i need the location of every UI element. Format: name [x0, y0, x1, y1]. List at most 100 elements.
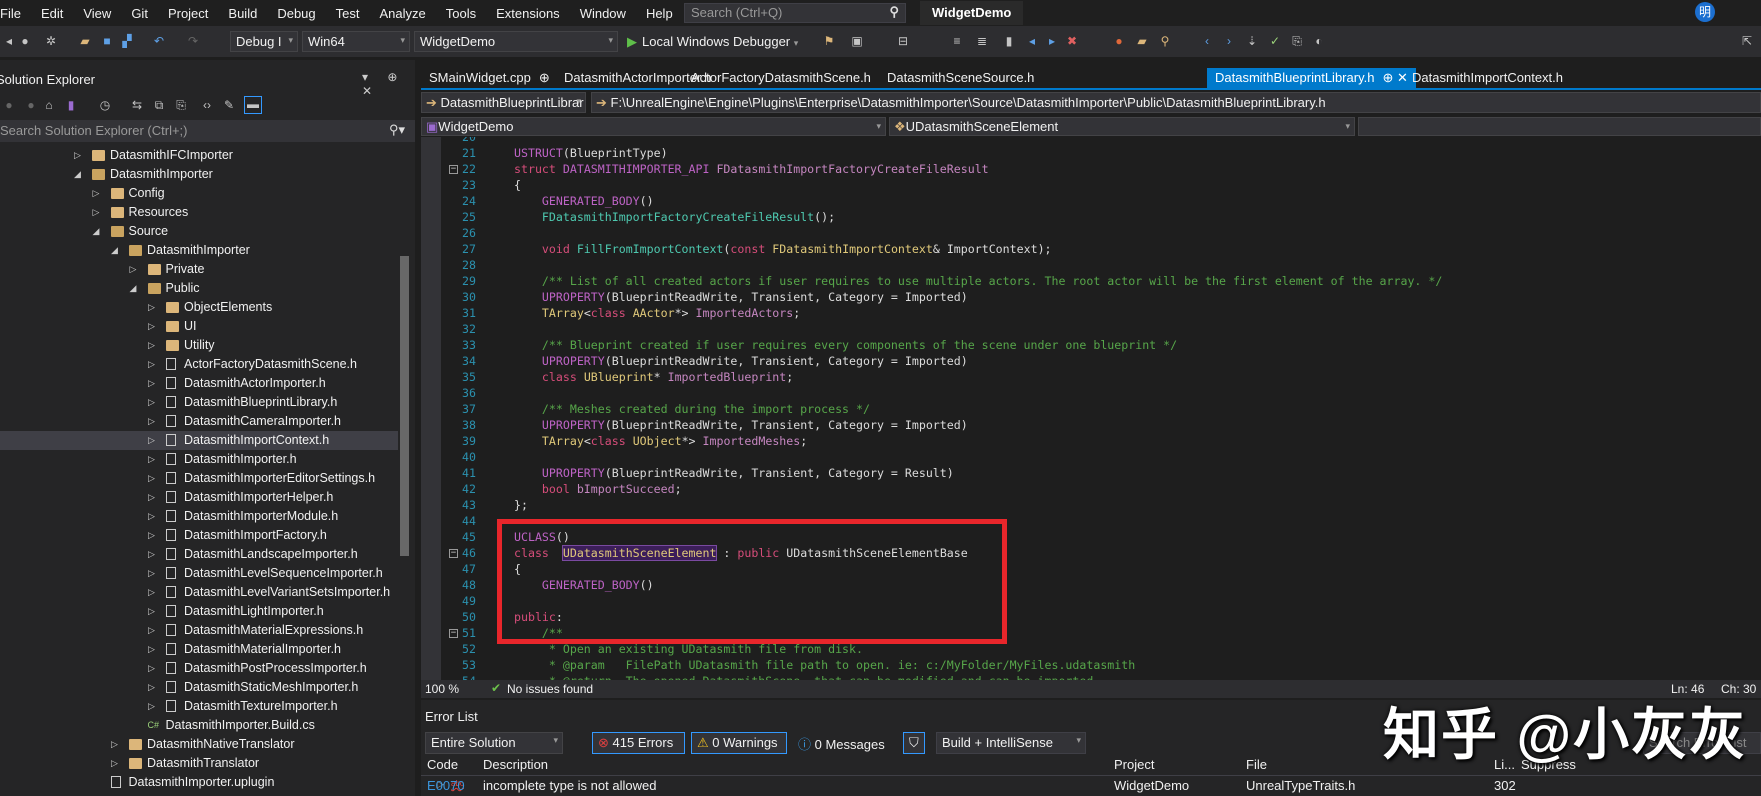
- tree-item[interactable]: ▷ ActorFactoryDatasmithScene.h: [0, 355, 398, 374]
- collapsed-arrow-icon[interactable]: ▷: [148, 317, 155, 336]
- menu-item-extensions[interactable]: Extensions: [486, 6, 570, 21]
- tree-item[interactable]: ▷ DatasmithNativeTranslator: [0, 735, 398, 754]
- tree-item[interactable]: C# DatasmithImporter.Build.cs: [0, 716, 398, 735]
- filter-icon[interactable]: ⛉: [903, 732, 925, 754]
- clear-bookmark-icon[interactable]: ✖: [1065, 34, 1079, 48]
- search-input[interactable]: Search (Ctrl+Q) ⚲: [684, 3, 906, 23]
- tree-item[interactable]: ▷ Resources: [0, 203, 398, 222]
- table-row[interactable]: ▷ abc E0070 incomplete type is not allowed W…: [421, 777, 1761, 796]
- collapse-icon[interactable]: ⧉: [152, 98, 166, 112]
- nav-back-icon[interactable]: ‹: [1200, 34, 1214, 48]
- tree-item[interactable]: ▷ DatasmithIFCImporter: [0, 146, 398, 165]
- find-icon[interactable]: ⚑: [822, 34, 836, 48]
- platform-select[interactable]: Win64 ▾: [302, 31, 410, 52]
- comment-icon[interactable]: ≡: [950, 34, 964, 48]
- collapsed-arrow-icon[interactable]: ▷: [148, 526, 155, 545]
- column-header-code[interactable]: Code: [427, 757, 458, 772]
- collapsed-arrow-icon[interactable]: ▷: [148, 678, 155, 697]
- tree-item[interactable]: ▷ DatasmithCameraImporter.h: [0, 412, 398, 431]
- sync-icon[interactable]: ⇆: [130, 98, 144, 112]
- collapsed-arrow-icon[interactable]: ▷: [148, 640, 155, 659]
- collapsed-arrow-icon[interactable]: ▷: [148, 469, 155, 488]
- collapsed-arrow-icon[interactable]: ▷: [148, 336, 155, 355]
- menu-item-project[interactable]: Project: [158, 6, 218, 21]
- collapsed-arrow-icon[interactable]: ▷: [111, 754, 118, 773]
- messages-filter[interactable]: ⓘ 0 Messages: [793, 732, 887, 754]
- config-select[interactable]: Debug I ▾: [230, 31, 298, 52]
- tab-datasmithimportcontext-h[interactable]: DatasmithImportContext.h: [1404, 68, 1571, 88]
- collapsed-arrow-icon[interactable]: ▷: [148, 602, 155, 621]
- tree-item[interactable]: ▷ DatasmithImportContext.h: [0, 431, 398, 450]
- collapsed-arrow-icon[interactable]: ▷: [148, 298, 155, 317]
- indent-icon[interactable]: ⊟: [896, 34, 910, 48]
- tree-item[interactable]: DatasmithImporter.uplugin: [0, 773, 398, 792]
- member-scope-select[interactable]: [1358, 117, 1761, 136]
- file-path[interactable]: ➔ F:\UnrealEngine\Engine\Plugins\Enterpr…: [591, 92, 1761, 113]
- collapsed-arrow-icon[interactable]: ▷: [148, 412, 155, 431]
- forward-icon[interactable]: ●: [18, 34, 32, 48]
- cell-code[interactable]: E0070: [427, 778, 465, 793]
- collapsed-arrow-icon[interactable]: ▷: [148, 621, 155, 640]
- avatar[interactable]: 明: [1695, 2, 1715, 22]
- next-bookmark-icon[interactable]: ▸: [1045, 34, 1059, 48]
- tree-item[interactable]: ▷ DatasmithImporterEditorSettings.h: [0, 469, 398, 488]
- tree-item[interactable]: ▷ Config: [0, 184, 398, 203]
- tomato-icon[interactable]: ●: [1112, 34, 1126, 48]
- collapsed-arrow-icon[interactable]: ▷: [93, 184, 100, 203]
- tree-item[interactable]: ▷ Private: [0, 260, 398, 279]
- collapsed-arrow-icon[interactable]: ▷: [74, 146, 81, 165]
- column-header-description[interactable]: Description: [483, 757, 548, 772]
- tree-item[interactable]: ▷ ObjectElements: [0, 298, 398, 317]
- collapsed-arrow-icon[interactable]: ▷: [148, 583, 155, 602]
- tree-item[interactable]: ▷ DatasmithTextureImporter.h: [0, 697, 398, 716]
- fold-toggle-icon[interactable]: −: [449, 165, 458, 174]
- menu-item-git[interactable]: Git: [121, 6, 158, 21]
- collapsed-arrow-icon[interactable]: ▷: [148, 545, 155, 564]
- goto-icon[interactable]: ⇣: [1245, 34, 1259, 48]
- collapsed-arrow-icon[interactable]: ▷: [148, 355, 155, 374]
- tree-item[interactable]: ▷ DatasmithTranslator: [0, 754, 398, 773]
- menu-item-view[interactable]: View: [73, 6, 121, 21]
- fold-toggle-icon[interactable]: −: [449, 549, 458, 558]
- lock-icon[interactable]: ◐: [1312, 34, 1326, 48]
- preview-icon[interactable]: ▬: [244, 96, 262, 114]
- expanded-arrow-icon[interactable]: ◢: [93, 222, 100, 241]
- tree-item[interactable]: ▷ DatasmithLightImporter.h: [0, 602, 398, 621]
- collapsed-arrow-icon[interactable]: ▷: [148, 374, 155, 393]
- bookmark-icon[interactable]: ▮: [1002, 34, 1016, 48]
- tree-item[interactable]: ▷ DatasmithLevelVariantSetsImporter.h: [0, 583, 398, 602]
- folder-icon[interactable]: ▰: [1135, 34, 1149, 48]
- collapsed-arrow-icon[interactable]: ▷: [93, 203, 100, 222]
- menu-item-tools[interactable]: Tools: [436, 6, 486, 21]
- open-icon[interactable]: ▰: [78, 34, 92, 48]
- expanded-arrow-icon[interactable]: ◢: [74, 165, 81, 184]
- collapsed-arrow-icon[interactable]: ▷: [111, 735, 118, 754]
- collapsed-arrow-icon[interactable]: ▷: [148, 393, 155, 412]
- prev-bookmark-icon[interactable]: ◂: [1025, 34, 1039, 48]
- project-scope-select[interactable]: ▣WidgetDemo ▾: [421, 117, 886, 136]
- collapsed-arrow-icon[interactable]: ▷: [148, 431, 155, 450]
- tab-datasmithblueprintlibrary-h[interactable]: DatasmithBlueprintLibrary.h ⊕ ✕: [1207, 68, 1416, 88]
- collapsed-arrow-icon[interactable]: ▷: [148, 659, 155, 678]
- collapsed-arrow-icon[interactable]: ▷: [148, 488, 155, 507]
- menu-item-file[interactable]: File: [0, 6, 31, 21]
- tree-item[interactable]: ▷ DatasmithBlueprintLibrary.h: [0, 393, 398, 412]
- undo-icon[interactable]: ↶: [152, 34, 166, 48]
- warnings-filter[interactable]: ⚠ 0 Warnings: [691, 732, 787, 754]
- type-scope-select[interactable]: ❖UDatasmithSceneElement ▾: [889, 117, 1355, 136]
- vs-icon[interactable]: ▮: [64, 98, 78, 112]
- save-icon[interactable]: ■: [100, 34, 114, 48]
- tree-item[interactable]: ▷ DatasmithMaterialImporter.h: [0, 640, 398, 659]
- forward-icon[interactable]: ●: [24, 98, 38, 112]
- collapsed-arrow-icon[interactable]: ▷: [148, 450, 155, 469]
- menu-item-debug[interactable]: Debug: [267, 6, 325, 21]
- column-header-file[interactable]: File: [1246, 757, 1267, 772]
- collapsed-arrow-icon[interactable]: ▷: [130, 260, 137, 279]
- solution-search-input[interactable]: Search Solution Explorer (Ctrl+;) ⚲▾: [0, 120, 415, 142]
- start-debugger-button[interactable]: ▶ Local Windows Debugger ▾: [627, 31, 798, 52]
- menu-item-help[interactable]: Help: [636, 6, 683, 21]
- collapsed-arrow-icon[interactable]: ▷: [148, 507, 155, 526]
- tree-item[interactable]: ▷ UI: [0, 317, 398, 336]
- tree-item[interactable]: ▷ DatasmithStaticMeshImporter.h: [0, 678, 398, 697]
- errors-filter[interactable]: ⊗ 415 Errors: [592, 732, 685, 754]
